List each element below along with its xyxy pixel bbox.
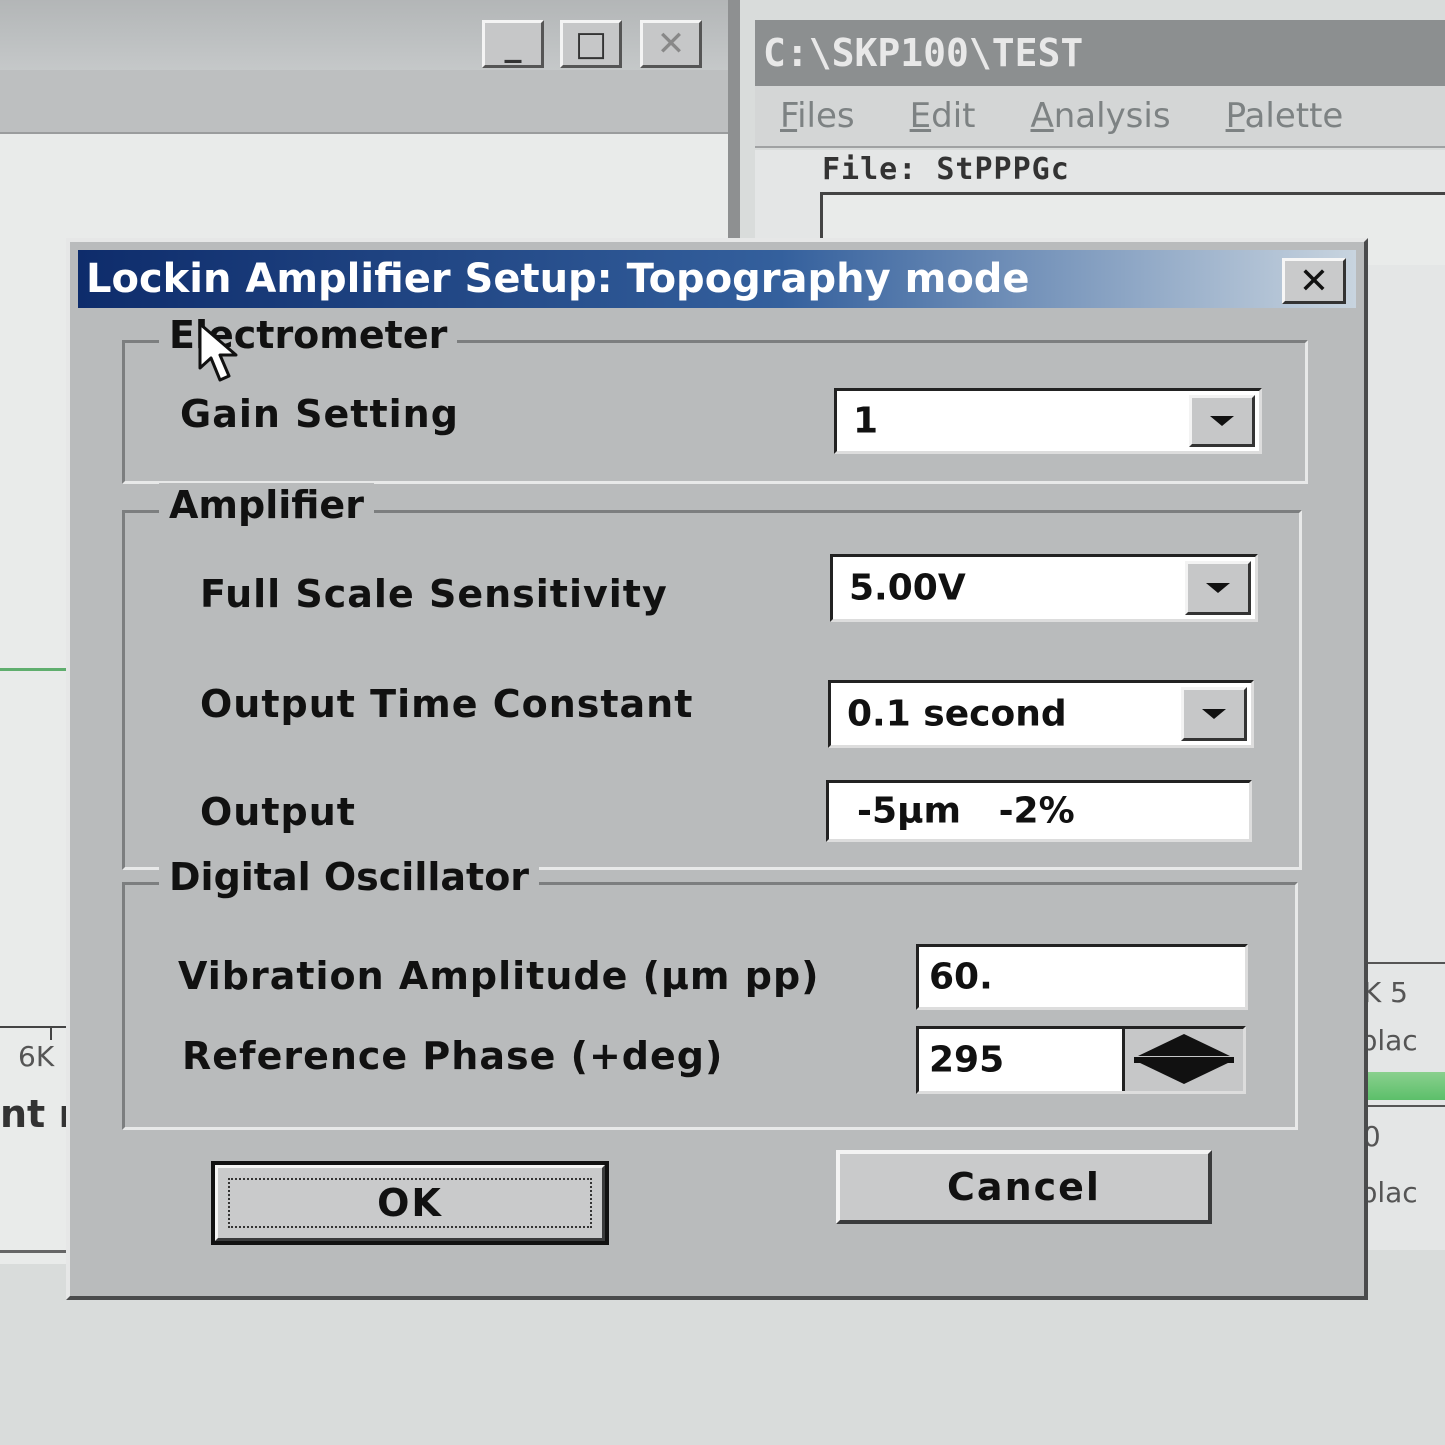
- left-window-menubar: [0, 70, 730, 134]
- amplifier-group-label: Amplifier: [159, 483, 374, 527]
- menu-palette[interactable]: Palette: [1226, 96, 1344, 136]
- output-label: Output: [200, 790, 356, 834]
- menu-edit[interactable]: Edit: [910, 96, 976, 136]
- reference-phase-input[interactable]: 295: [916, 1026, 1246, 1094]
- digital-oscillator-group-label: Digital Oscillator: [159, 855, 540, 899]
- vibration-amplitude-input[interactable]: 60.: [916, 944, 1248, 1010]
- right-window-menubar: Files Edit Analysis Palette: [755, 86, 1445, 148]
- full-scale-sensitivity-value: 5.00V: [849, 567, 966, 609]
- cancel-button-label: Cancel: [947, 1165, 1101, 1209]
- focus-rectangle: [228, 1178, 592, 1228]
- gain-setting-dropdown[interactable]: 1: [834, 388, 1262, 454]
- mouse-pointer-icon: [198, 322, 238, 382]
- right-window-title: C:\SKP100\TEST: [755, 20, 1445, 86]
- maximize-button[interactable]: □: [560, 20, 622, 68]
- plot-tick-label-left: 6K: [18, 1040, 55, 1073]
- vibration-amplitude-label: Vibration Amplitude (µm pp): [178, 954, 820, 998]
- vibration-amplitude-value: 60.: [929, 956, 993, 998]
- window-divider: [728, 0, 740, 245]
- reference-phase-label: Reference Phase (+deg): [182, 1034, 724, 1078]
- menu-analysis[interactable]: Analysis: [1030, 96, 1170, 136]
- dialog-titlebar[interactable]: Lockin Amplifier Setup: Topography mode …: [78, 250, 1356, 308]
- full-scale-sensitivity-dropdown[interactable]: 5.00V: [830, 554, 1258, 622]
- plot-line: [0, 668, 70, 671]
- output-time-constant-dropdown[interactable]: 0.1 second: [828, 680, 1254, 748]
- full-scale-sensitivity-label: Full Scale Sensitivity: [200, 572, 668, 616]
- output-time-constant-label: Output Time Constant: [200, 682, 694, 726]
- plot-axis-left: [0, 1026, 70, 1028]
- chevron-down-icon: [1202, 709, 1226, 719]
- minimize-button[interactable]: _: [482, 20, 544, 68]
- ok-button[interactable]: OK: [211, 1161, 609, 1245]
- output-readout: -5µm -2%: [826, 780, 1252, 842]
- cancel-button[interactable]: Cancel: [836, 1150, 1212, 1224]
- file-label: File: StPPPGc: [822, 152, 1070, 187]
- plot-tick-left: [50, 1026, 52, 1040]
- dialog-title: Lockin Amplifier Setup: Topography mode: [86, 256, 1030, 302]
- gain-setting-dropdown-button[interactable]: [1189, 395, 1255, 447]
- lockin-setup-dialog: Lockin Amplifier Setup: Topography mode …: [66, 238, 1368, 1300]
- chevron-down-icon: [1206, 583, 1230, 593]
- full-scale-sensitivity-dropdown-button[interactable]: [1185, 561, 1251, 615]
- close-button-background[interactable]: ✕: [640, 20, 702, 68]
- dialog-close-button[interactable]: ✕: [1282, 258, 1346, 304]
- menu-files[interactable]: Files: [780, 96, 855, 136]
- reference-phase-value: 295: [929, 1039, 1005, 1081]
- output-time-constant-value: 0.1 second: [847, 693, 1067, 735]
- reference-phase-spinner[interactable]: [1122, 1029, 1243, 1091]
- chevron-down-icon: [1210, 416, 1234, 426]
- output-time-constant-dropdown-button[interactable]: [1181, 687, 1247, 741]
- gain-setting-label: Gain Setting: [180, 392, 459, 436]
- output-value: -5µm -2%: [857, 790, 1075, 832]
- gain-setting-value: 1: [853, 400, 879, 442]
